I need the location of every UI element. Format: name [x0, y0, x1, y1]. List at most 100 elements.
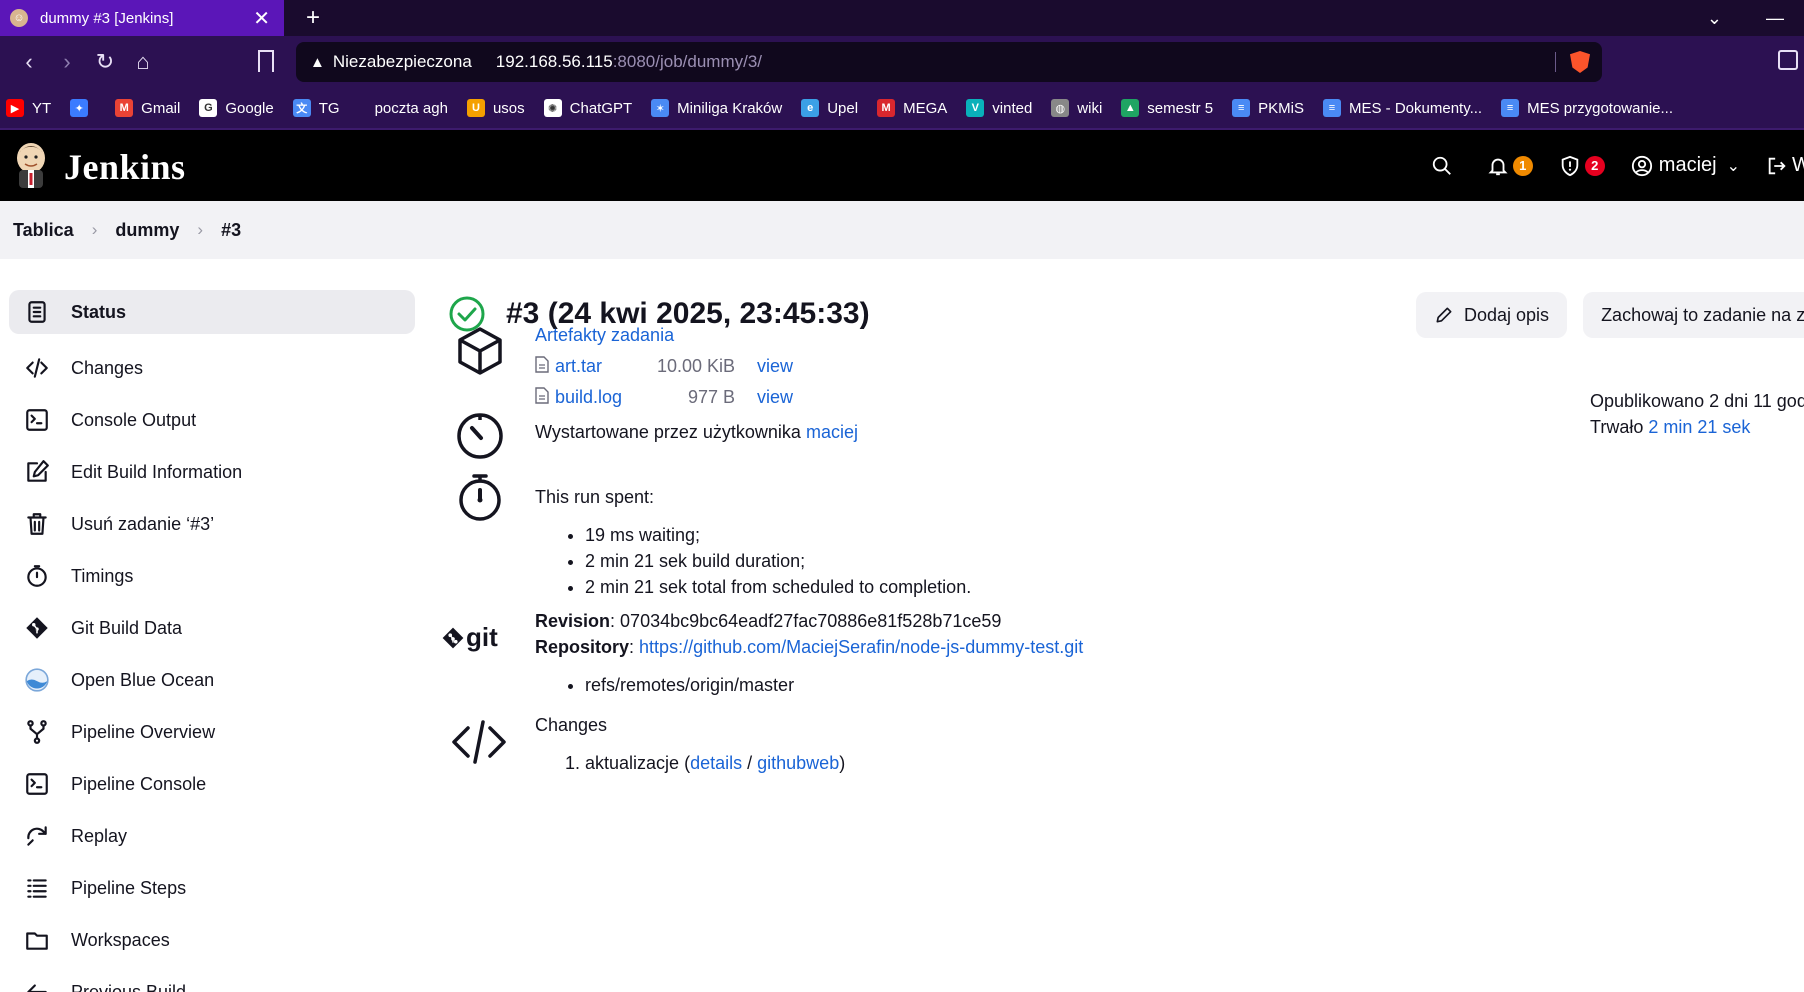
bookmark-item[interactable]: ≡ MES przygotowanie...: [1501, 99, 1673, 117]
bookmark-item[interactable]: ≡ PKMiS: [1232, 99, 1304, 117]
bookmark-label: poczta agh: [374, 99, 448, 117]
sidebar-item-timings[interactable]: Timings: [9, 550, 415, 602]
sidebar-item-usuń-zadanie-3[interactable]: Usuń zadanie ‘#3’: [9, 498, 415, 550]
artifacts-link[interactable]: Artefakty zadania: [535, 320, 793, 351]
build-timing-info: Opublikowano 2 dni 11 god Trwało 2 min 2…: [1590, 388, 1804, 440]
breadcrumb-job[interactable]: dummy: [115, 220, 179, 241]
address-bar[interactable]: ▲ Niezabezpieczona 192.168.56.115:8080/j…: [296, 42, 1602, 82]
repository-link[interactable]: https://github.com/MaciejSerafin/node-js…: [639, 637, 1083, 657]
sidebar-item-pipeline-steps[interactable]: Pipeline Steps: [9, 862, 415, 914]
bookmark-item[interactable]: ✦: [70, 99, 96, 117]
sidebar-item-changes[interactable]: Changes: [9, 342, 415, 394]
bookmark-item[interactable]: ✶ Miniliga Kraków: [651, 99, 782, 117]
warning-icon[interactable]: ▲: [310, 54, 325, 71]
bookmark-page-icon[interactable]: [258, 50, 274, 72]
sidebar-item-label: Open Blue Ocean: [71, 669, 215, 690]
breadcrumb-build[interactable]: #3: [221, 220, 241, 241]
close-tab-icon[interactable]: ✕: [253, 6, 270, 31]
bookmark-item[interactable]: Uusos: [466, 99, 525, 117]
new-tab-button[interactable]: +: [306, 4, 320, 32]
pipeline-graph-icon: [23, 718, 51, 746]
change-githubweb-link[interactable]: githubweb: [757, 753, 839, 773]
jenkins-title[interactable]: Jenkins: [64, 146, 186, 188]
sidebar-item-console-output[interactable]: Console Output: [9, 394, 415, 446]
back-icon[interactable]: ‹: [10, 49, 48, 75]
notifications-button[interactable]: 1: [1487, 155, 1533, 177]
browser-tab-active[interactable]: ☺ dummy #3 [Jenkins] ✕: [0, 0, 284, 36]
docs-icon: ≡: [1232, 99, 1251, 117]
jenkins-logo-icon[interactable]: [12, 140, 50, 190]
logout-label[interactable]: W: [1792, 154, 1804, 177]
stopwatch-icon: [459, 474, 501, 521]
bookmark-item[interactable]: 文 TG: [292, 99, 340, 117]
bookmark-item[interactable]: G Google: [199, 99, 274, 117]
chevron-down-icon[interactable]: ⌄: [1727, 156, 1740, 176]
bookmark-item[interactable]: e Upel: [801, 99, 858, 117]
add-description-button[interactable]: Dodaj opis: [1416, 292, 1568, 338]
keep-build-button[interactable]: Zachowaj to zadanie na za: [1583, 292, 1804, 338]
bookmark-item[interactable]: Vvinted: [966, 99, 1032, 117]
bookmark-item[interactable]: ▲ semestr 5: [1121, 99, 1213, 117]
artifact-view-link[interactable]: view: [757, 356, 793, 377]
bookmark-label: PKMiS: [1258, 99, 1304, 117]
sidebar-item-label: Workspaces: [71, 929, 170, 950]
drive-icon: ▲: [1121, 99, 1140, 117]
brave-shields-icon[interactable]: [1570, 51, 1590, 73]
url-path: :8080/job/dummy/3/: [612, 52, 763, 71]
change-message: aktualizacje: [585, 753, 680, 773]
user-menu[interactable]: maciej ⌄: [1631, 154, 1740, 177]
file-icon: [535, 355, 555, 378]
tab-title: dummy #3 [Jenkins]: [40, 9, 174, 27]
sidebar-toggle-icon[interactable]: [1778, 50, 1798, 70]
sidebar-item-edit-build-information[interactable]: Edit Build Information: [9, 446, 415, 498]
bookmark-label: Gmail: [141, 99, 181, 117]
artifact-view-link[interactable]: view: [757, 387, 793, 408]
bookmark-item[interactable]: ≡ MES - Dokumenty...: [1323, 99, 1482, 117]
bookmark-item[interactable]: poczta agh: [375, 100, 448, 117]
tab-list-chevron-icon[interactable]: ⌄: [1707, 8, 1722, 29]
sidebar-item-status[interactable]: Status: [9, 290, 415, 334]
bookmark-item[interactable]: ▶ YT: [6, 99, 51, 117]
sidebar-item-label: Pipeline Steps: [71, 877, 187, 898]
duration-link[interactable]: 2 min 21 sek: [1648, 417, 1750, 437]
logout-button[interactable]: W: [1766, 154, 1804, 177]
bookmark-label: semestr 5: [1147, 99, 1214, 117]
artifact-link[interactable]: art.tar: [555, 356, 645, 377]
sidebar-item-pipeline-overview[interactable]: Pipeline Overview: [9, 706, 415, 758]
youtube-icon: ▶: [6, 99, 24, 117]
forward-icon[interactable]: ›: [48, 49, 86, 75]
home-icon[interactable]: ⌂: [124, 49, 162, 75]
sidebar-item-pipeline-console[interactable]: Pipeline Console: [9, 758, 415, 810]
bookmark-label: Upel: [827, 99, 859, 117]
bookmark-item[interactable]: M MEGA: [877, 99, 947, 117]
bookmark-label: Google: [225, 99, 274, 117]
sidebar-item-open-blue-ocean[interactable]: Open Blue Ocean: [9, 654, 415, 706]
security-button[interactable]: 2: [1559, 155, 1605, 177]
change-entry: aktualizacje (details / githubweb): [585, 750, 845, 776]
change-details-link[interactable]: details: [690, 753, 742, 773]
folder-icon: [23, 926, 51, 954]
sidebar-item-label: Console Output: [71, 409, 197, 430]
user-name[interactable]: maciej: [1659, 154, 1717, 177]
minimize-window-icon[interactable]: —: [1766, 8, 1784, 29]
browser-tab-bar: ☺ dummy #3 [Jenkins] ✕ + ⌄ —: [0, 0, 1804, 36]
bookmark-item[interactable]: ◍ wiki: [1051, 99, 1102, 117]
code-icon: [23, 354, 51, 382]
bookmark-label: Miniliga Kraków: [677, 99, 783, 117]
side-panel: Status Changes Console Output Edit Build In…: [9, 290, 415, 992]
bookmark-item[interactable]: M Gmail: [115, 99, 180, 117]
sidebar-item-git-build-data[interactable]: Git Build Data: [9, 602, 415, 654]
search-button[interactable]: [1431, 155, 1453, 177]
insecure-label[interactable]: Niezabezpieczona: [333, 52, 472, 72]
revision-hash: 07034bc9bc64eadf27fac70886e81f528b71ce59: [620, 611, 1002, 631]
repository-label: Repository: [535, 637, 630, 657]
sidebar-item-label: Changes: [71, 357, 144, 378]
artifact-link[interactable]: build.log: [555, 387, 645, 408]
reload-icon[interactable]: ↻: [86, 49, 124, 75]
sidebar-item-workspaces[interactable]: Workspaces: [9, 914, 415, 966]
breadcrumb-dashboard[interactable]: Tablica: [13, 220, 74, 241]
started-by-user-link[interactable]: maciej: [806, 422, 858, 442]
bookmark-item[interactable]: ✺ ChatGPT: [543, 99, 632, 117]
sidebar-item-replay[interactable]: Replay: [9, 810, 415, 862]
sidebar-item-previous-build[interactable]: Previous Build: [9, 966, 415, 992]
